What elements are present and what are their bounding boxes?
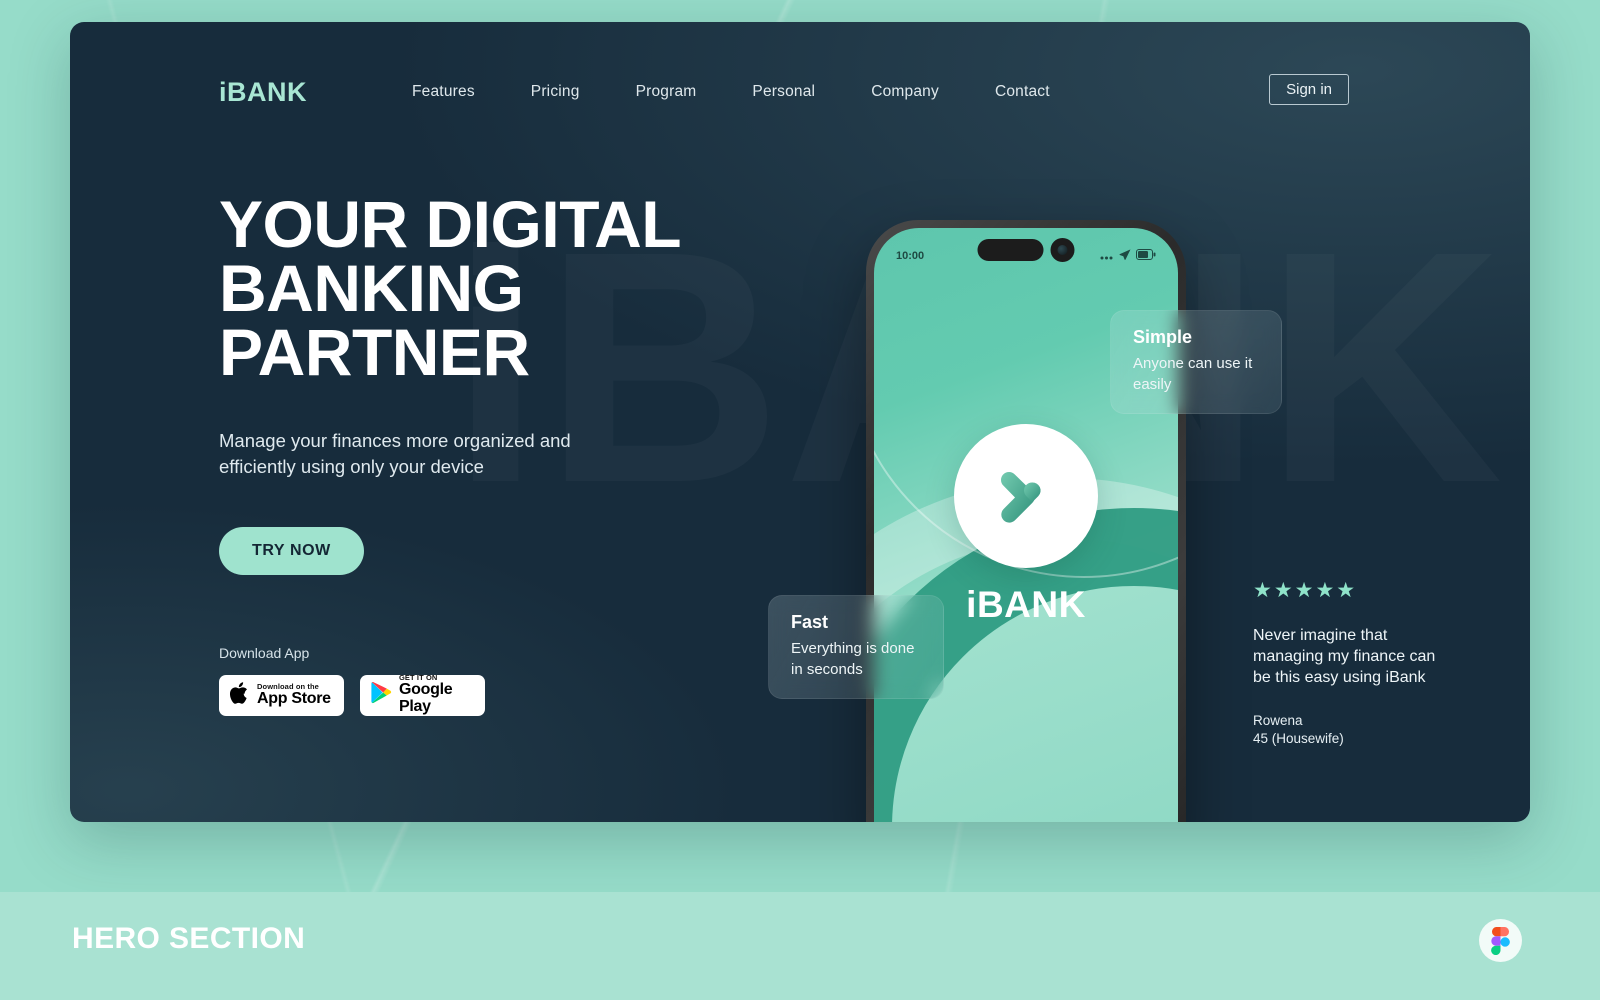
brand-logo[interactable]: iBANK	[219, 77, 307, 108]
feature-card-fast-title: Fast	[791, 612, 829, 632]
headline-line-2: BANKING	[219, 251, 524, 326]
testimonial-author-detail: 45 (Housewife)	[1253, 731, 1344, 747]
nav-item-pricing[interactable]: Pricing	[503, 77, 608, 107]
hero-card: iBANK iBANK Features Pricing Program Per…	[70, 22, 1530, 822]
top-navigation: iBANK Features Pricing Program Personal …	[70, 64, 1530, 120]
dynamic-island-pill	[977, 239, 1044, 261]
nav-item-personal[interactable]: Personal	[724, 77, 843, 107]
app-store-badge[interactable]: Download on the App Store	[219, 674, 344, 716]
nav-links: Features Pricing Program Personal Compan…	[384, 77, 1078, 107]
feature-card-fast: Fast Everything is done in seconds	[768, 595, 944, 700]
hero-left-column: YOUR DIGITAL BANKING PARTNER Manage your…	[219, 187, 779, 716]
page-title: YOUR DIGITAL BANKING PARTNER	[219, 187, 779, 390]
footer-bar: HERO SECTION	[0, 892, 1600, 1000]
sign-in-button[interactable]: Sign in	[1269, 74, 1349, 105]
headline-line-3: PARTNER	[219, 315, 530, 390]
section-label: HERO SECTION	[72, 922, 306, 955]
nav-item-program[interactable]: Program	[608, 77, 725, 107]
hero-subtext: Manage your finances more organized and …	[219, 430, 571, 478]
testimonial-author-name: Rowena	[1253, 713, 1303, 729]
signal-icon	[1100, 247, 1114, 265]
front-camera-icon	[1050, 238, 1075, 262]
figma-icon[interactable]	[1479, 919, 1522, 962]
google-play-icon	[371, 681, 392, 709]
dynamic-island	[977, 238, 1075, 262]
feature-card-simple: Simple Anyone can use it easily	[1110, 310, 1282, 415]
headline-line-1: YOUR DIGITAL	[219, 187, 682, 261]
google-play-badge-large: Google Play	[399, 681, 453, 716]
app-name-label: iBANK	[966, 584, 1086, 625]
app-logo-mark	[954, 424, 1098, 568]
status-bar-icons	[1100, 247, 1156, 265]
testimonial-author: Rowena 45 (Housewife)	[1253, 712, 1453, 748]
try-now-button[interactable]: TRY NOW	[219, 526, 364, 575]
rating-stars: ★★★★★	[1253, 579, 1358, 602]
app-store-badges: Download on the App Store GET IT ON Goog…	[219, 674, 779, 716]
app-store-badge-large: App Store	[257, 689, 331, 707]
testimonial: ★★★★★ Never imagine that managing my fin…	[1253, 578, 1453, 748]
app-store-badge-text: Download on the App Store	[257, 682, 331, 708]
testimonial-quote: Never imagine that managing my finance c…	[1253, 627, 1436, 687]
nav-item-features[interactable]: Features	[384, 77, 503, 107]
chevron-logo-icon	[1001, 471, 1041, 523]
nav-item-company[interactable]: Company	[843, 77, 967, 107]
status-bar-time: 10:00	[896, 250, 925, 262]
feature-card-simple-title: Simple	[1133, 327, 1193, 347]
nav-item-contact[interactable]: Contact	[967, 77, 1078, 107]
wifi-icon	[1119, 247, 1131, 265]
feature-card-fast-body: Everything is done in seconds	[791, 640, 915, 678]
feature-card-simple-body: Anyone can use it easily	[1133, 355, 1253, 393]
battery-icon	[1136, 247, 1156, 265]
google-play-badge-text: GET IT ON Google Play	[399, 674, 474, 715]
apple-icon	[229, 681, 250, 710]
google-play-badge[interactable]: GET IT ON Google Play	[360, 674, 485, 716]
download-app-label: Download App	[219, 644, 310, 661]
